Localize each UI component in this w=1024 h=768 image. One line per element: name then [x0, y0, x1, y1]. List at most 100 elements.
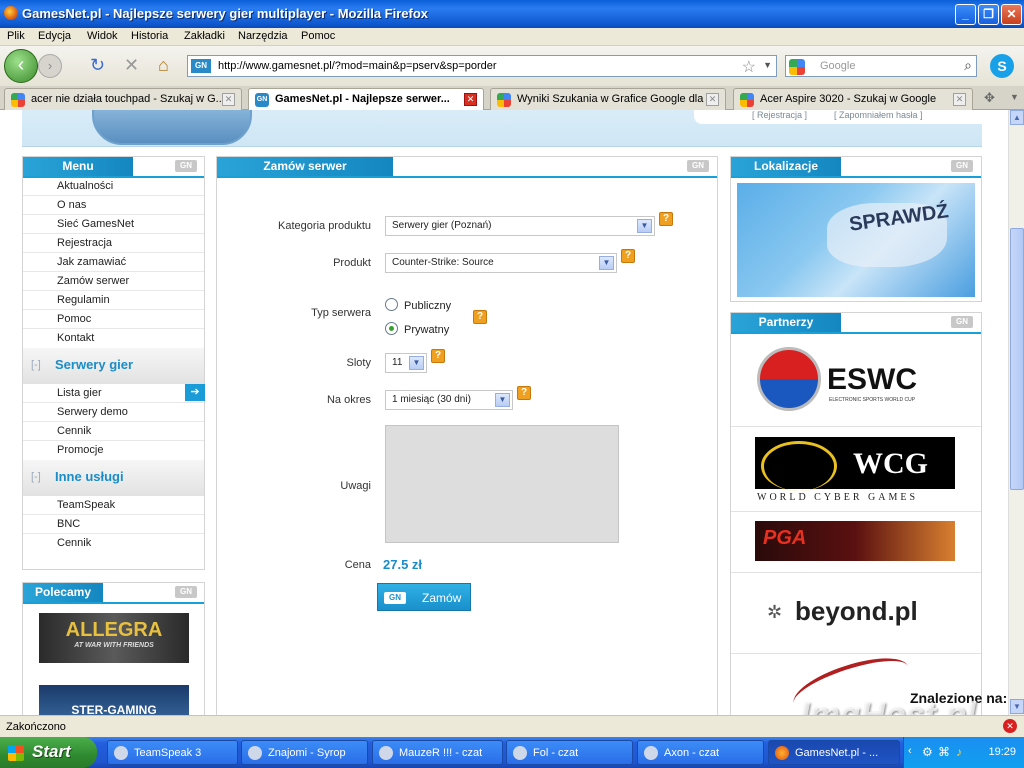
slots-select[interactable]: 11 ▼ — [385, 353, 427, 373]
product-select[interactable]: Counter-Strike: Source ▼ — [385, 253, 617, 273]
menu-item-demo-servers[interactable]: Serwery demo — [57, 406, 128, 418]
tab-acer-aspire[interactable]: Acer Aspire 3020 - Szukaj w Google ✕ — [733, 88, 973, 110]
menu-item-promotions[interactable]: Promocje — [57, 444, 103, 456]
menu-item-how-to-order[interactable]: Jak zamawiać — [57, 256, 126, 268]
tab-gamesnet[interactable]: GN GamesNet.pl - Najlepsze serwer... ✕ — [248, 88, 484, 111]
stop-icon[interactable]: ✕ — [124, 56, 139, 74]
europe-map[interactable]: SPRAWDŹ — [737, 183, 975, 297]
menu-item-register[interactable]: Rejestracja — [57, 237, 112, 249]
help-icon[interactable]: ? — [517, 386, 531, 400]
url-text[interactable]: http://www.gamesnet.pl/?mod=main&p=pserv… — [218, 60, 497, 72]
chevron-down-icon[interactable]: ▼ — [495, 393, 510, 407]
menu-bookmarks[interactable]: Zakładki — [184, 30, 225, 42]
task-znajomi[interactable]: Znajomi - Syrop — [241, 740, 368, 765]
google-icon[interactable] — [789, 59, 805, 75]
task-teamspeak[interactable]: TeamSpeak 3 — [107, 740, 238, 765]
menu-item-about[interactable]: O nas — [57, 199, 86, 211]
menu-item-pricing[interactable]: Cennik — [57, 425, 91, 437]
menu-item-contact[interactable]: Kontakt — [57, 332, 94, 344]
partner-beyond[interactable]: ✲ beyond.pl — [731, 574, 981, 654]
tab-close-icon[interactable]: ✕ — [464, 93, 477, 106]
menu-item-teamspeak[interactable]: TeamSpeak — [57, 499, 115, 511]
register-link[interactable]: [ Rejestracja ] — [752, 110, 807, 120]
close-button[interactable]: ✕ — [1001, 4, 1022, 25]
collapse-toggle[interactable]: [-] — [31, 471, 41, 483]
menu-item-rules[interactable]: Regulamin — [57, 294, 110, 306]
period-select[interactable]: 1 miesiąc (30 dni) ▼ — [385, 390, 513, 410]
tab-close-icon[interactable]: ✕ — [706, 93, 719, 106]
task-mauzer[interactable]: MauzeR !!! - czat — [372, 740, 503, 765]
tray-collapse-icon[interactable]: ‹ — [908, 745, 912, 757]
maximize-button[interactable]: ❐ — [978, 4, 999, 25]
menu-item-news[interactable]: Aktualności — [57, 180, 113, 192]
forward-button[interactable]: › — [38, 54, 62, 78]
search-bar[interactable]: Google ⌕ — [785, 55, 977, 77]
radio-private[interactable] — [385, 322, 398, 335]
search-placeholder[interactable]: Google — [820, 60, 855, 72]
vertical-scrollbar[interactable]: ▲ ▼ — [1008, 110, 1024, 715]
back-button[interactable]: ‹ — [4, 49, 38, 83]
menu-item-games-list[interactable]: Lista gier — [57, 387, 102, 399]
order-button[interactable]: GN Zamów — [377, 583, 471, 611]
task-axon[interactable]: Axon - czat — [637, 740, 764, 765]
tab-acer-touchpad[interactable]: acer nie działa touchpad - Szukaj w G...… — [4, 88, 242, 110]
radio-private-label[interactable]: Prywatny — [404, 324, 449, 336]
allegra-banner[interactable]: ALLEGRA AT WAR WITH FRIENDS — [39, 613, 189, 663]
menu-history[interactable]: Historia — [131, 30, 168, 42]
menu-edit[interactable]: Edycja — [38, 30, 71, 42]
scroll-down-icon[interactable]: ▼ — [1010, 699, 1024, 714]
start-button[interactable]: Start — [0, 737, 97, 768]
help-icon[interactable]: ? — [473, 310, 487, 324]
task-firefox[interactable]: GamesNet.pl - ... — [768, 740, 900, 765]
home-icon[interactable]: ⌂ — [158, 56, 169, 74]
menu-item-bnc[interactable]: BNC — [57, 518, 80, 530]
menu-tools[interactable]: Narzędzia — [238, 30, 288, 42]
partner-pga[interactable]: PGA — [731, 513, 981, 573]
search-icon[interactable]: ⌕ — [964, 57, 972, 74]
url-bar[interactable]: GN http://www.gamesnet.pl/?mod=main&p=ps… — [187, 55, 777, 77]
radio-public-label[interactable]: Publiczny — [404, 300, 451, 312]
task-fol[interactable]: Fol - czat — [506, 740, 633, 765]
ster-gaming-banner[interactable]: STER-GAMING — [39, 685, 189, 715]
menu-item-order-server[interactable]: Zamów serwer — [57, 275, 129, 287]
menu-help[interactable]: Pomoc — [301, 30, 335, 42]
help-icon[interactable]: ? — [659, 212, 673, 226]
adblock-icon[interactable]: ✕ — [1003, 719, 1017, 733]
skype-icon[interactable]: S — [990, 54, 1014, 78]
scroll-up-icon[interactable]: ▲ — [1010, 110, 1024, 125]
chevron-down-icon[interactable]: ▼ — [637, 219, 652, 233]
partner-wcg[interactable]: WCG WORLD CYBER GAMES — [731, 428, 981, 512]
chevron-down-icon[interactable]: ▼ — [599, 256, 614, 270]
help-icon[interactable]: ? — [621, 249, 635, 263]
tab-list-icon[interactable]: ▼ — [1010, 92, 1019, 102]
minimize-button[interactable]: _ — [955, 4, 976, 25]
tab-close-icon[interactable]: ✕ — [222, 93, 235, 106]
menu-item-network[interactable]: Sieć GamesNet — [57, 218, 134, 230]
menu-item-pricing-2[interactable]: Cennik — [57, 537, 91, 549]
help-icon[interactable]: ? — [431, 349, 445, 363]
menu-item-help[interactable]: Pomoc — [57, 313, 91, 325]
partner-eswc[interactable]: ESWC ELECTRONIC SPORTS WORLD CUP — [731, 335, 981, 427]
steam-tray-icon[interactable]: ⚙ — [922, 745, 933, 759]
reload-icon[interactable]: ↻ — [90, 56, 105, 74]
volume-tray-icon[interactable]: ♪ — [956, 745, 962, 759]
network-tray-icon[interactable]: ⌘ — [938, 745, 950, 759]
bookmark-star-icon[interactable]: ☆ — [742, 57, 756, 77]
collapse-toggle[interactable]: [-] — [31, 359, 41, 371]
window-title-bar[interactable]: GamesNet.pl - Najlepsze serwery gier mul… — [0, 0, 1024, 28]
tab-google-images[interactable]: Wyniki Szukania w Grafice Google dla ...… — [490, 88, 726, 110]
scrollbar-thumb[interactable] — [1010, 228, 1024, 490]
tab-close-icon[interactable]: ✕ — [953, 93, 966, 106]
menu-view[interactable]: Widok — [87, 30, 118, 42]
new-tab-icon[interactable]: ✥ — [984, 90, 995, 106]
section-game-servers[interactable]: [-] Serwery gier — [23, 348, 204, 384]
category-select[interactable]: Serwery gier (Poznań) ▼ — [385, 216, 655, 236]
chevron-down-icon[interactable]: ▼ — [409, 356, 424, 370]
radio-public[interactable] — [385, 298, 398, 311]
url-dropdown-icon[interactable]: ▼ — [763, 60, 772, 70]
notes-textarea[interactable] — [385, 425, 619, 543]
section-other-services[interactable]: [-] Inne usługi — [23, 460, 204, 496]
forgot-password-link[interactable]: [ Zapomniałem hasła ] — [834, 110, 923, 120]
site-logo[interactable] — [92, 110, 252, 145]
menu-file[interactable]: Plik — [7, 30, 25, 42]
